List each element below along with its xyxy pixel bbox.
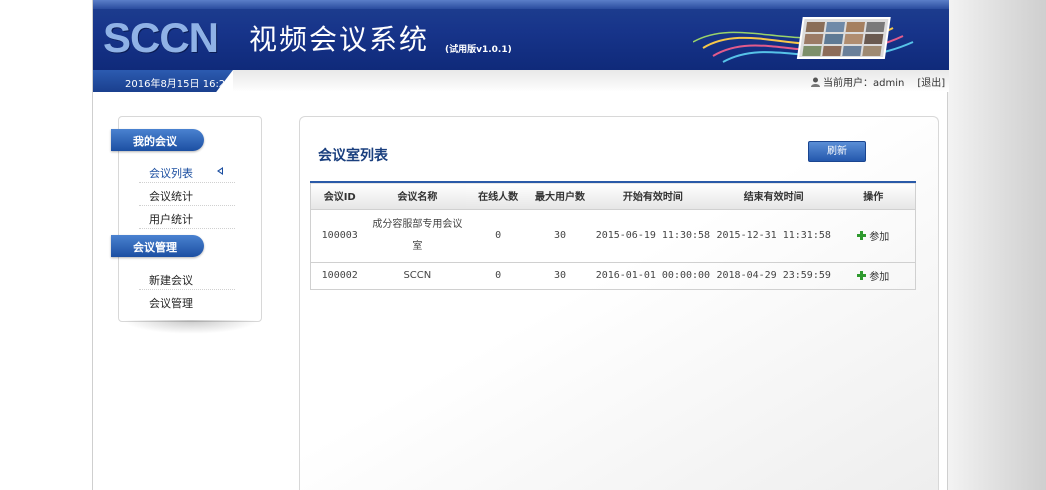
end-time: 2015-12-31 11:31:58 (715, 209, 832, 263)
app-title: 视频会议系统 (249, 23, 430, 56)
column-header: 结束有效时间 (715, 182, 832, 210)
refresh-button[interactable]: 刷新 (808, 141, 866, 162)
page-title: 会议室列表 (318, 148, 388, 164)
column-header: 在线人数 (466, 182, 531, 210)
user-info: 当前用户：admin [退出] (811, 74, 945, 89)
sidebar: 我的会议 会议列表 会议统计 用户统计 会议管理 新建会议 会议管理 (111, 116, 262, 322)
join-label: 参加 (869, 232, 890, 243)
meeting-name: 成分容服部专用会议室 (368, 209, 467, 263)
table-header-row: 会议ID 会议名称 在线人数 最大用户数 开始有效时间 结束有效时间 操作 (310, 182, 916, 210)
column-header: 开始有效时间 (589, 182, 716, 210)
join-label: 参加 (869, 272, 890, 283)
sidebar-item-user-stats[interactable]: 用户统计 (139, 207, 235, 229)
max-users: 30 (530, 209, 590, 263)
sidebar-item-label: 会议列表 (149, 167, 193, 180)
sidebar-item-label: 用户统计 (149, 213, 193, 226)
action-cell: 参加 (831, 262, 916, 290)
meeting-id: 100003 (310, 209, 369, 263)
app-version: (试用版v1.0.1) (445, 45, 512, 55)
page-background-right (948, 0, 1046, 490)
plus-icon (857, 271, 867, 280)
end-time: 2018-04-29 23:59:59 (715, 262, 832, 290)
header-banner: SCCN 视频会议系统 (试用版v1.0.1) (93, 0, 949, 70)
meeting-name: SCCN (368, 262, 467, 290)
sidebar-item-meeting-list[interactable]: 会议列表 (139, 161, 235, 183)
logout-link[interactable]: [退出] (917, 74, 945, 89)
meeting-id: 100002 (310, 262, 369, 290)
sidebar-item-new-meeting[interactable]: 新建会议 (139, 268, 235, 290)
join-button[interactable]: 参加 (857, 228, 889, 243)
sidebar-shadow (123, 320, 259, 334)
user-icon (811, 77, 820, 87)
column-header: 会议ID (310, 182, 369, 210)
sidebar-section-meeting-management[interactable]: 会议管理 (111, 235, 204, 257)
table-row: 100002 SCCN 0 30 2016-01-01 00:00:00 201… (310, 262, 916, 290)
column-header: 会议名称 (368, 182, 467, 210)
online-count: 0 (466, 262, 531, 290)
column-header: 最大用户数 (530, 182, 590, 210)
active-arrow-icon (217, 167, 223, 175)
sidebar-section-my-meetings[interactable]: 我的会议 (111, 129, 204, 151)
table-row: 100003 成分容服部专用会议室 0 30 2015-06-19 11:30:… (310, 209, 916, 263)
plus-icon (857, 231, 867, 240)
start-time: 2016-01-01 00:00:00 (589, 262, 716, 290)
sidebar-item-manage-meetings[interactable]: 会议管理 (139, 291, 235, 313)
action-cell: 参加 (831, 209, 916, 263)
sidebar-item-label: 新建会议 (149, 274, 193, 287)
sidebar-item-meeting-stats[interactable]: 会议统计 (139, 184, 235, 206)
online-count: 0 (466, 209, 531, 263)
app-frame: SCCN 视频会议系统 (试用版v1.0.1) 2016年8月15日 16:21… (92, 0, 949, 490)
banner-swirl-graphic (693, 17, 914, 63)
sidebar-item-label: 会议统计 (149, 190, 193, 203)
meeting-room-panel: 会议室列表 刷新 会议ID 会议名称 在线人数 最大用户数 开始有效时间 结束有… (299, 116, 939, 490)
current-user-label: 当前用户：admin (823, 78, 905, 89)
datetime-bar: 2016年8月15日 16:21 (93, 70, 233, 92)
sidebar-item-label: 会议管理 (149, 297, 193, 310)
start-time: 2015-06-19 11:30:58 (589, 209, 716, 263)
current-datetime: 2016年8月15日 16:21 (125, 79, 232, 90)
join-button[interactable]: 参加 (857, 268, 889, 283)
brand-logo: SCCN (103, 14, 219, 61)
column-header: 操作 (831, 182, 916, 210)
max-users: 30 (530, 262, 590, 290)
meeting-room-table: 会议ID 会议名称 在线人数 最大用户数 开始有效时间 结束有效时间 操作 10… (310, 181, 916, 290)
